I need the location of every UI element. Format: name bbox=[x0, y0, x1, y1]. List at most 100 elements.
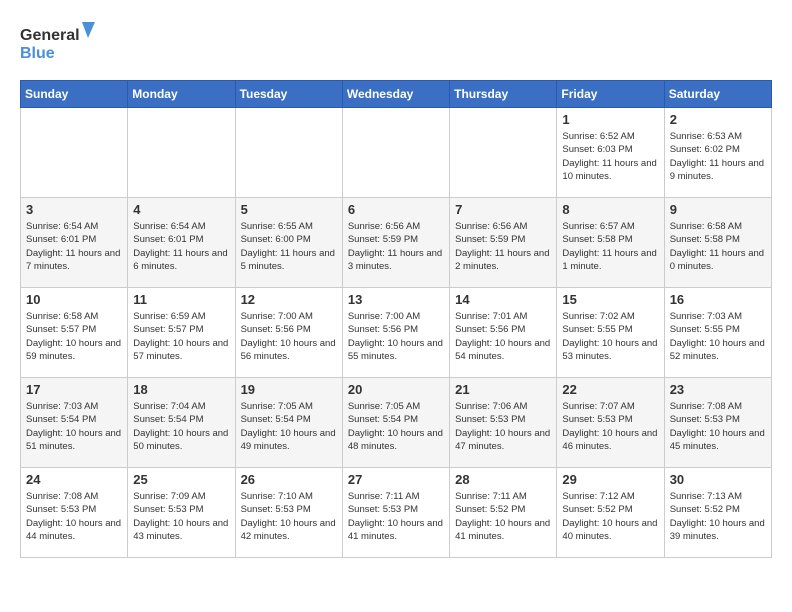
cell-info: Sunrise: 7:05 AM Sunset: 5:54 PM Dayligh… bbox=[348, 400, 444, 453]
calendar-cell: 25 Sunrise: 7:09 AM Sunset: 5:53 PM Dayli… bbox=[128, 468, 235, 558]
calendar-cell: 29 Sunrise: 7:12 AM Sunset: 5:52 PM Dayli… bbox=[557, 468, 664, 558]
day-number: 16 bbox=[670, 292, 766, 307]
calendar-cell: 13 Sunrise: 7:00 AM Sunset: 5:56 PM Dayli… bbox=[342, 288, 449, 378]
svg-text:General: General bbox=[20, 27, 80, 44]
day-number: 17 bbox=[26, 382, 122, 397]
day-number: 19 bbox=[241, 382, 337, 397]
calendar-cell: 20 Sunrise: 7:05 AM Sunset: 5:54 PM Dayli… bbox=[342, 378, 449, 468]
calendar-cell: 18 Sunrise: 7:04 AM Sunset: 5:54 PM Dayli… bbox=[128, 378, 235, 468]
cell-info: Sunrise: 6:54 AM Sunset: 6:01 PM Dayligh… bbox=[133, 220, 229, 273]
week-row-5: 24 Sunrise: 7:08 AM Sunset: 5:53 PM Dayli… bbox=[21, 468, 772, 558]
col-header-saturday: Saturday bbox=[664, 81, 771, 108]
day-number: 12 bbox=[241, 292, 337, 307]
calendar-cell: 17 Sunrise: 7:03 AM Sunset: 5:54 PM Dayli… bbox=[21, 378, 128, 468]
day-number: 20 bbox=[348, 382, 444, 397]
cell-info: Sunrise: 6:58 AM Sunset: 5:58 PM Dayligh… bbox=[670, 220, 766, 273]
day-number: 29 bbox=[562, 472, 658, 487]
day-number: 8 bbox=[562, 202, 658, 217]
day-number: 7 bbox=[455, 202, 551, 217]
page-header: GeneralBlue bbox=[20, 20, 772, 64]
cell-info: Sunrise: 7:00 AM Sunset: 5:56 PM Dayligh… bbox=[348, 310, 444, 363]
day-number: 13 bbox=[348, 292, 444, 307]
day-number: 11 bbox=[133, 292, 229, 307]
calendar-cell bbox=[450, 108, 557, 198]
calendar-cell: 24 Sunrise: 7:08 AM Sunset: 5:53 PM Dayli… bbox=[21, 468, 128, 558]
col-header-thursday: Thursday bbox=[450, 81, 557, 108]
col-header-monday: Monday bbox=[128, 81, 235, 108]
calendar-cell: 3 Sunrise: 6:54 AM Sunset: 6:01 PM Daylig… bbox=[21, 198, 128, 288]
day-number: 1 bbox=[562, 112, 658, 127]
day-number: 10 bbox=[26, 292, 122, 307]
svg-text:Blue: Blue bbox=[20, 45, 55, 62]
cell-info: Sunrise: 6:56 AM Sunset: 5:59 PM Dayligh… bbox=[348, 220, 444, 273]
calendar-cell: 6 Sunrise: 6:56 AM Sunset: 5:59 PM Daylig… bbox=[342, 198, 449, 288]
calendar-cell: 28Sunrise: 7:11 AM Sunset: 5:52 PM Dayli… bbox=[450, 468, 557, 558]
calendar-cell: 2 Sunrise: 6:53 AM Sunset: 6:02 PM Daylig… bbox=[664, 108, 771, 198]
calendar-cell: 7Sunrise: 6:56 AM Sunset: 5:59 PM Daylig… bbox=[450, 198, 557, 288]
cell-info: Sunrise: 7:08 AM Sunset: 5:53 PM Dayligh… bbox=[670, 400, 766, 453]
day-number: 26 bbox=[241, 472, 337, 487]
calendar-cell: 8 Sunrise: 6:57 AM Sunset: 5:58 PM Daylig… bbox=[557, 198, 664, 288]
cell-info: Sunrise: 7:01 AM Sunset: 5:56 PM Dayligh… bbox=[455, 310, 551, 363]
day-number: 3 bbox=[26, 202, 122, 217]
calendar-cell: 26 Sunrise: 7:10 AM Sunset: 5:53 PM Dayli… bbox=[235, 468, 342, 558]
cell-info: Sunrise: 7:12 AM Sunset: 5:52 PM Dayligh… bbox=[562, 490, 658, 543]
day-number: 25 bbox=[133, 472, 229, 487]
day-number: 4 bbox=[133, 202, 229, 217]
week-row-4: 17 Sunrise: 7:03 AM Sunset: 5:54 PM Dayli… bbox=[21, 378, 772, 468]
cell-info: Sunrise: 6:57 AM Sunset: 5:58 PM Dayligh… bbox=[562, 220, 658, 273]
day-number: 18 bbox=[133, 382, 229, 397]
day-number: 5 bbox=[241, 202, 337, 217]
calendar-cell: 5 Sunrise: 6:55 AM Sunset: 6:00 PM Daylig… bbox=[235, 198, 342, 288]
day-number: 28 bbox=[455, 472, 551, 487]
week-row-1: 1 Sunrise: 6:52 AM Sunset: 6:03 PM Daylig… bbox=[21, 108, 772, 198]
day-number: 6 bbox=[348, 202, 444, 217]
col-header-friday: Friday bbox=[557, 81, 664, 108]
cell-info: Sunrise: 7:11 AM Sunset: 5:53 PM Dayligh… bbox=[348, 490, 444, 543]
cell-info: Sunrise: 6:52 AM Sunset: 6:03 PM Dayligh… bbox=[562, 130, 658, 183]
calendar-cell: 27 Sunrise: 7:11 AM Sunset: 5:53 PM Dayli… bbox=[342, 468, 449, 558]
day-number: 23 bbox=[670, 382, 766, 397]
calendar-cell: 23 Sunrise: 7:08 AM Sunset: 5:53 PM Dayli… bbox=[664, 378, 771, 468]
cell-info: Sunrise: 6:59 AM Sunset: 5:57 PM Dayligh… bbox=[133, 310, 229, 363]
cell-info: Sunrise: 7:04 AM Sunset: 5:54 PM Dayligh… bbox=[133, 400, 229, 453]
cell-info: Sunrise: 6:58 AM Sunset: 5:57 PM Dayligh… bbox=[26, 310, 122, 363]
day-number: 24 bbox=[26, 472, 122, 487]
calendar-cell: 16Sunrise: 7:03 AM Sunset: 5:55 PM Dayli… bbox=[664, 288, 771, 378]
calendar-cell: 11 Sunrise: 6:59 AM Sunset: 5:57 PM Dayli… bbox=[128, 288, 235, 378]
cell-info: Sunrise: 6:55 AM Sunset: 6:00 PM Dayligh… bbox=[241, 220, 337, 273]
col-header-tuesday: Tuesday bbox=[235, 81, 342, 108]
day-number: 15 bbox=[562, 292, 658, 307]
calendar-header-row: SundayMondayTuesdayWednesdayThursdayFrid… bbox=[21, 81, 772, 108]
col-header-sunday: Sunday bbox=[21, 81, 128, 108]
calendar-cell: 30Sunrise: 7:13 AM Sunset: 5:52 PM Dayli… bbox=[664, 468, 771, 558]
cell-info: Sunrise: 7:09 AM Sunset: 5:53 PM Dayligh… bbox=[133, 490, 229, 543]
cell-info: Sunrise: 7:08 AM Sunset: 5:53 PM Dayligh… bbox=[26, 490, 122, 543]
cell-info: Sunrise: 7:10 AM Sunset: 5:53 PM Dayligh… bbox=[241, 490, 337, 543]
cell-info: Sunrise: 6:53 AM Sunset: 6:02 PM Dayligh… bbox=[670, 130, 766, 183]
day-number: 14 bbox=[455, 292, 551, 307]
calendar-cell: 9Sunrise: 6:58 AM Sunset: 5:58 PM Daylig… bbox=[664, 198, 771, 288]
calendar-cell: 14 Sunrise: 7:01 AM Sunset: 5:56 PM Dayli… bbox=[450, 288, 557, 378]
calendar-cell bbox=[128, 108, 235, 198]
cell-info: Sunrise: 7:03 AM Sunset: 5:54 PM Dayligh… bbox=[26, 400, 122, 453]
day-number: 2 bbox=[670, 112, 766, 127]
logo: GeneralBlue bbox=[20, 20, 100, 64]
day-number: 22 bbox=[562, 382, 658, 397]
calendar-cell: 19Sunrise: 7:05 AM Sunset: 5:54 PM Dayli… bbox=[235, 378, 342, 468]
cell-info: Sunrise: 7:07 AM Sunset: 5:53 PM Dayligh… bbox=[562, 400, 658, 453]
logo-svg: GeneralBlue bbox=[20, 20, 100, 64]
calendar-cell bbox=[235, 108, 342, 198]
calendar-cell: 21Sunrise: 7:06 AM Sunset: 5:53 PM Dayli… bbox=[450, 378, 557, 468]
day-number: 21 bbox=[455, 382, 551, 397]
calendar-cell: 22 Sunrise: 7:07 AM Sunset: 5:53 PM Dayli… bbox=[557, 378, 664, 468]
cell-info: Sunrise: 6:54 AM Sunset: 6:01 PM Dayligh… bbox=[26, 220, 122, 273]
calendar-cell: 1 Sunrise: 6:52 AM Sunset: 6:03 PM Daylig… bbox=[557, 108, 664, 198]
calendar-table: SundayMondayTuesdayWednesdayThursdayFrid… bbox=[20, 80, 772, 558]
week-row-2: 3 Sunrise: 6:54 AM Sunset: 6:01 PM Daylig… bbox=[21, 198, 772, 288]
cell-info: Sunrise: 7:02 AM Sunset: 5:55 PM Dayligh… bbox=[562, 310, 658, 363]
day-number: 27 bbox=[348, 472, 444, 487]
week-row-3: 10 Sunrise: 6:58 AM Sunset: 5:57 PM Dayli… bbox=[21, 288, 772, 378]
calendar-cell bbox=[342, 108, 449, 198]
calendar-cell: 4 Sunrise: 6:54 AM Sunset: 6:01 PM Daylig… bbox=[128, 198, 235, 288]
